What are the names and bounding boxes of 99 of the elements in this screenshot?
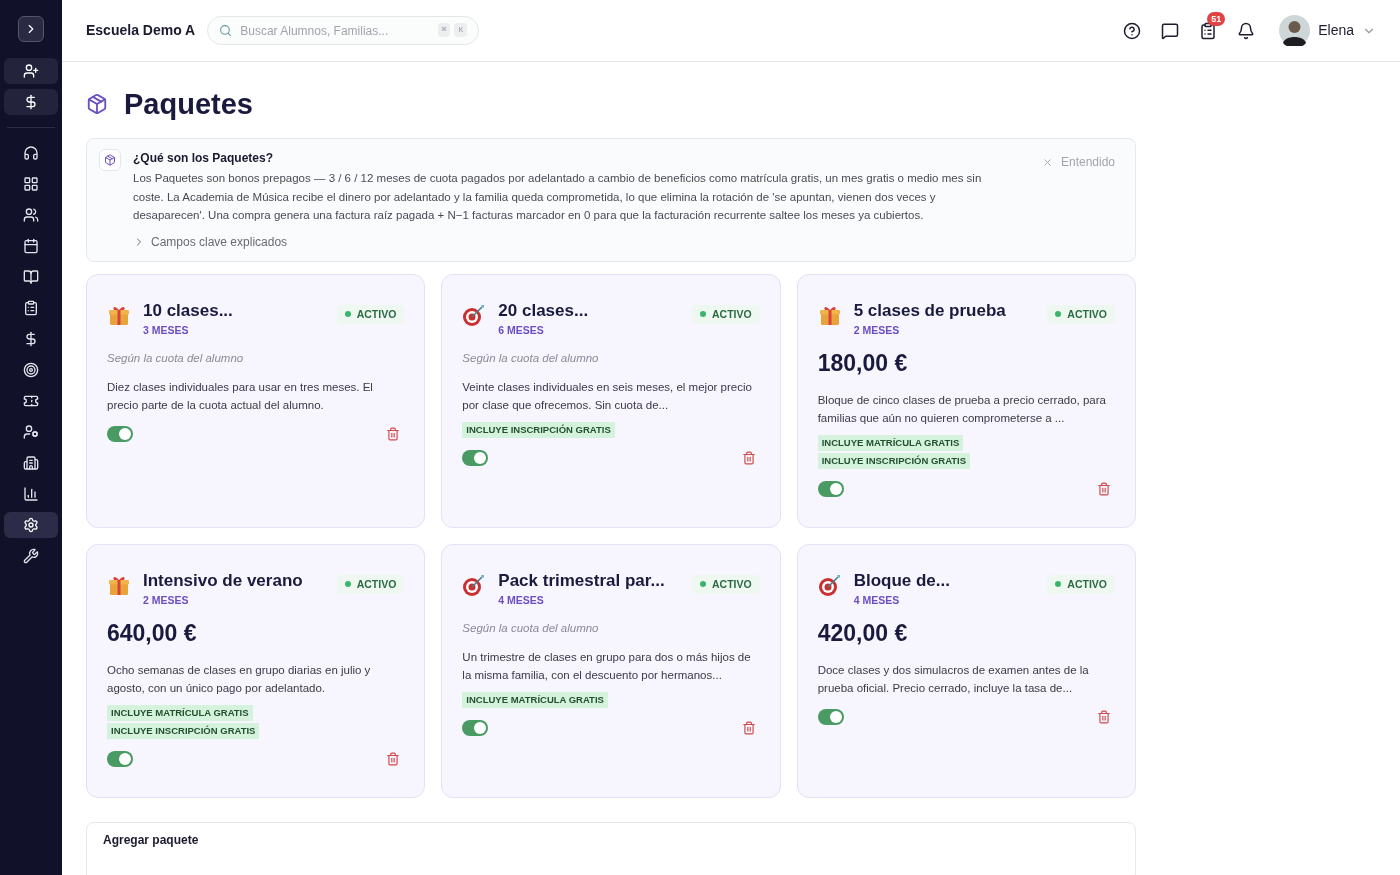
delete-button[interactable]: [741, 720, 756, 735]
benefit-tag: INCLUYE INSCRIPCIÓN GRATIS: [107, 722, 260, 739]
status-badge: ACTIVO: [1047, 574, 1115, 595]
school-name: Escuela Demo A: [86, 21, 196, 40]
expand-sidebar-button[interactable]: [18, 16, 44, 42]
user-plus-icon: [23, 63, 39, 79]
avatar-icon: [1279, 15, 1311, 46]
package-title: Pack trimestral par...: [498, 569, 666, 592]
delete-button[interactable]: [386, 426, 401, 441]
trash-icon: [386, 426, 401, 441]
help-button[interactable]: [1123, 21, 1142, 40]
status-badge: ACTIVO: [336, 574, 405, 595]
status-badge: ACTIVO: [336, 304, 405, 325]
package-title: Intensivo de verano: [143, 569, 304, 592]
status-badge: ACTIVO: [692, 574, 760, 595]
active-toggle[interactable]: [107, 750, 133, 767]
users-icon: [23, 207, 39, 223]
close-icon: [1041, 156, 1053, 168]
delete-button[interactable]: [386, 751, 401, 766]
package-description: Diez clases individuales para usar en tres meses. El precio parte de la cuota actual del alumno.: [107, 379, 374, 413]
status-badge: ACTIVO: [1047, 304, 1115, 325]
active-toggle[interactable]: [462, 719, 489, 736]
settings-icon: [23, 517, 39, 533]
search-icon: [219, 24, 233, 37]
package-duration: 2 MESES: [853, 322, 901, 338]
bar-chart-icon: [23, 486, 39, 502]
delete-button[interactable]: [1097, 709, 1111, 724]
package-title: 10 clases...: [143, 299, 234, 322]
package-price: 640,00 €: [107, 619, 198, 649]
details-toggle[interactable]: Campos clave explicados: [133, 232, 288, 251]
active-toggle[interactable]: [817, 708, 844, 725]
shortcut-key: K: [454, 23, 468, 37]
price-note: Según la cuota del alumno: [107, 351, 245, 367]
benefit-tag: INCLUYE MATRÍCULA GRATIS: [107, 704, 253, 721]
notifications-button[interactable]: [1237, 21, 1256, 40]
wrench-icon: [23, 548, 39, 564]
add-package-title: Agregar paquete: [103, 831, 200, 849]
dartboard-icon: [817, 572, 842, 597]
delete-button[interactable]: [741, 450, 756, 465]
info-title: ¿Qué son los Paquetes?: [133, 150, 275, 167]
trash-icon: [741, 450, 756, 465]
nav-item[interactable]: [4, 512, 58, 538]
benefit-tag: INCLUYE INSCRIPCIÓN GRATIS: [462, 421, 615, 438]
building-icon: [23, 455, 39, 471]
active-toggle[interactable]: [817, 480, 844, 497]
trash-icon: [386, 751, 401, 766]
package-price: 420,00 €: [817, 619, 909, 649]
ticket-icon: [23, 393, 39, 409]
benefit-tag: INCLUYE MATRÍCULA GRATIS: [817, 434, 964, 451]
package-duration: 3 MESES: [143, 322, 190, 338]
benefit-tag: INCLUYE MATRÍCULA GRATIS: [462, 691, 608, 708]
price-note: Según la cuota del alumno: [462, 351, 600, 367]
user-gear-icon: [23, 424, 39, 440]
dartboard-icon: [462, 302, 487, 327]
chat-icon: [1161, 21, 1180, 40]
calendar-icon: [23, 238, 39, 254]
chat-button[interactable]: [1161, 21, 1180, 40]
tasks-button[interactable]: [1199, 21, 1218, 40]
grid-icon: [23, 176, 39, 192]
package-icon: [86, 93, 108, 115]
dollar-icon: [23, 94, 39, 110]
package-duration: 6 MESES: [498, 322, 545, 338]
user-menu[interactable]: Elena: [1279, 15, 1376, 46]
package-icon: [104, 154, 116, 166]
bell-icon: [1237, 21, 1256, 40]
headphones-icon: [23, 145, 39, 161]
package-description: Doce clases y dos simulacros de examen antes de la prueba oficial. Precio cerrado, incluye la tasa de...: [817, 662, 1090, 696]
notification-badge: 51: [1207, 11, 1226, 26]
clipboard-icon: [23, 300, 39, 316]
add-student-button[interactable]: [4, 58, 58, 84]
status-badge: ACTIVO: [692, 304, 760, 325]
dartboard-icon: [462, 572, 487, 597]
package-price: 180,00 €: [817, 349, 909, 379]
trash-icon: [1097, 709, 1111, 724]
active-toggle[interactable]: [107, 425, 133, 442]
payment-button[interactable]: [4, 89, 58, 115]
info-text: Los Paquetes son bonos prepagos — 3 / 6 / 12 meses de cuota pagados por adelantado a cambio de beneficios como matrícula gratis, un mes gratis o medio mes sin coste. La Academia de Música recibe el dinero por adelantado y la familia queda comprometida, lo que elimina la rotación de 'se apuntan, vienen dos veces y desaparecen'. Una compra genera una factura raíz pagada + N−1 facturas marcador en 0 para que la facturación recurrente saltee los meses ya cubiertos.: [133, 171, 983, 223]
package-duration: 4 MESES: [498, 592, 545, 608]
trash-icon: [741, 720, 756, 735]
package-title: Bloque de...: [853, 569, 951, 592]
book-icon: [23, 269, 39, 285]
package-description: Ocho semanas de clases en grupo diarias en julio y agosto, con un único pago por adelantado.: [107, 662, 372, 696]
help-icon: [1123, 21, 1142, 40]
package-duration: 2 MESES: [143, 592, 190, 608]
page-title: Paquetes: [124, 87, 253, 122]
dollar-icon: [23, 331, 39, 347]
clipboard-icon: [1199, 21, 1218, 40]
package-title: 5 clases de prueba: [853, 299, 1007, 322]
package-duration: 4 MESES: [853, 592, 901, 608]
trash-icon: [1097, 481, 1111, 496]
package-title: 20 clases...: [498, 299, 590, 322]
package-description: Un trimestre de clases en grupo para dos o más hijos de la misma familia, con el descuento por hermanos...: [462, 649, 752, 683]
active-toggle[interactable]: [462, 449, 489, 466]
package-description: Veinte clases individuales en seis meses, el mejor precio por clase que ofrecemos. Sin cuota de...: [462, 379, 753, 413]
package-description: Bloque de cinco clases de prueba a precio cerrado, para familias que aún no quieren comprometerse a ...: [817, 392, 1107, 426]
delete-button[interactable]: [1097, 481, 1111, 496]
benefit-tag: INCLUYE INSCRIPCIÓN GRATIS: [817, 452, 971, 469]
target-icon: [23, 362, 39, 378]
price-note: Según la cuota del alumno: [462, 621, 600, 637]
